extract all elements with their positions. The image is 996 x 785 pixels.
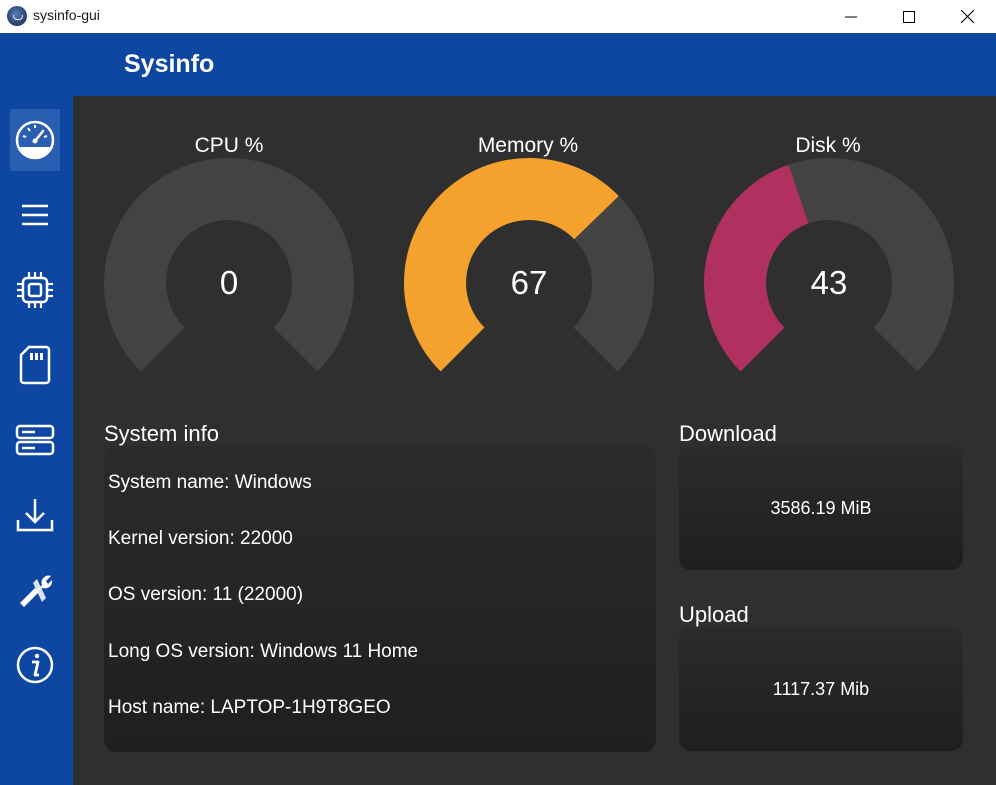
system-name-row: System name: Windows <box>108 472 312 493</box>
system-info-title: System info <box>104 421 219 446</box>
download-icon <box>16 499 54 532</box>
maximize-icon <box>903 10 915 23</box>
host-name-row: Host name: LAPTOP-1H9T8GEO <box>108 697 391 718</box>
disk-gauge-value: 43 <box>810 264 848 301</box>
minimize-button[interactable] <box>822 0 880 33</box>
sidebar-item-settings[interactable] <box>10 559 60 621</box>
cpu-gauge-value: 0 <box>219 264 239 301</box>
sidebar <box>0 96 73 785</box>
app-logo-icon <box>7 6 27 26</box>
cpu-chip-icon <box>17 272 53 308</box>
upload-value: 1117.37 Mib <box>772 679 870 699</box>
memory-card-icon <box>19 345 51 385</box>
app-header: Sysinfo <box>0 33 996 96</box>
sidebar-item-processes[interactable] <box>10 184 60 246</box>
app-title: Sysinfo <box>124 50 215 78</box>
long-os-version-row: Long OS version: Windows 11 Home <box>108 641 419 662</box>
sidebar-item-cpu[interactable] <box>10 259 60 321</box>
dashboard-main: CPU % 0 Memory % 67 Disk % 43 System inf… <box>73 96 996 785</box>
upload-title: Upload <box>679 602 749 627</box>
os-version-row: OS version: 11 (22000) <box>108 584 304 605</box>
sidebar-item-dashboard[interactable] <box>10 109 60 171</box>
window-title-bar: sysinfo-gui <box>0 0 996 33</box>
minimize-icon <box>845 16 857 17</box>
disk-gauge-title: Disk % <box>795 134 861 157</box>
close-button[interactable] <box>938 0 996 33</box>
kernel-version-row: Kernel version: 22000 <box>108 528 293 549</box>
sidebar-item-network[interactable] <box>10 484 60 546</box>
cpu-gauge-title: CPU % <box>194 134 264 157</box>
menu-list-icon <box>22 204 48 226</box>
maximize-button[interactable] <box>880 0 938 33</box>
memory-gauge-title: Memory % <box>477 134 579 157</box>
sidebar-item-about[interactable] <box>10 634 60 696</box>
tools-wrench-icon <box>20 575 53 607</box>
storage-server-icon <box>15 424 55 456</box>
window-title: sysinfo-gui <box>33 7 100 23</box>
upload-panel: 1117.37 Mib <box>679 627 963 751</box>
download-value: 3586.19 MiB <box>770 498 872 518</box>
system-info-panel: System name: Windows Kernel version: 220… <box>104 446 656 752</box>
download-title: Download <box>679 421 777 446</box>
sidebar-item-memory[interactable] <box>10 334 60 396</box>
dashboard-gauge-icon <box>15 120 55 160</box>
close-icon <box>960 10 974 23</box>
info-icon <box>16 646 54 684</box>
memory-gauge-value: 67 <box>510 264 548 301</box>
download-panel: 3586.19 MiB <box>679 446 963 570</box>
sidebar-item-disk[interactable] <box>10 409 60 471</box>
